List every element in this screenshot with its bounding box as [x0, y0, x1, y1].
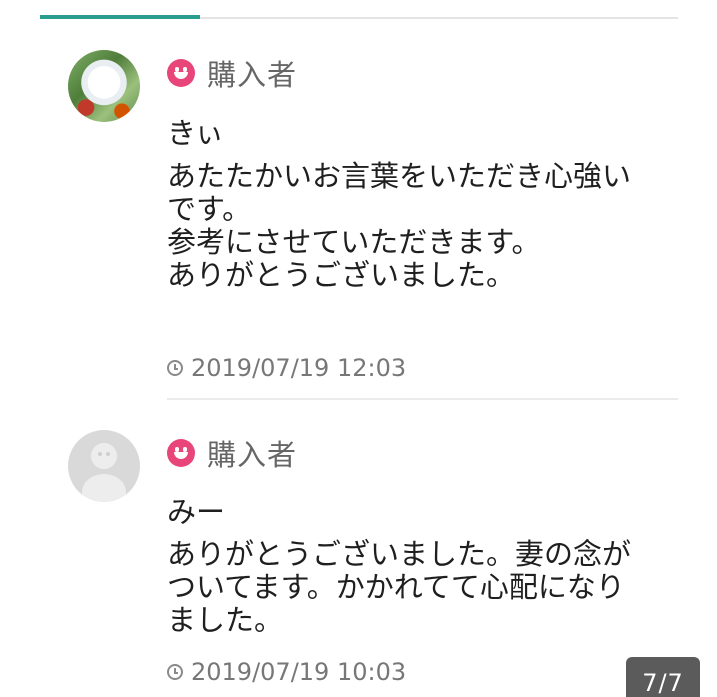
page-counter: 7/7 [626, 657, 700, 697]
commenter-name: みー [167, 495, 226, 529]
tab-bar [40, 0, 678, 19]
buyer-badge: 購入者 [167, 435, 298, 472]
divider [167, 398, 678, 400]
timestamp-text: 2019/07/19 12:03 [191, 354, 407, 382]
buyer-badge: 購入者 [167, 55, 298, 92]
commenter-name: きぃ [167, 116, 224, 150]
buyer-label: 購入者 [207, 58, 298, 92]
smiley-icon [167, 59, 195, 87]
clock-icon [167, 664, 183, 680]
timestamp-text: 2019/07/19 10:03 [191, 658, 407, 686]
clock-icon [167, 360, 183, 376]
comment-timestamp: 2019/07/19 12:03 [167, 353, 406, 383]
comment-timestamp: 2019/07/19 10:03 [167, 657, 406, 687]
smiley-icon [167, 439, 195, 467]
avatar[interactable] [68, 430, 140, 502]
active-tab-indicator [40, 15, 200, 19]
avatar[interactable] [68, 50, 140, 122]
comment-text: ありがとうございました。妻の念が ついてます。かかれてて心配になり ました。 [167, 537, 632, 637]
buyer-label: 購入者 [207, 438, 298, 472]
comment-text: あたたかいお言葉をいただき心強い です。 参考にさせていただきます。 ありがとう… [167, 159, 632, 292]
